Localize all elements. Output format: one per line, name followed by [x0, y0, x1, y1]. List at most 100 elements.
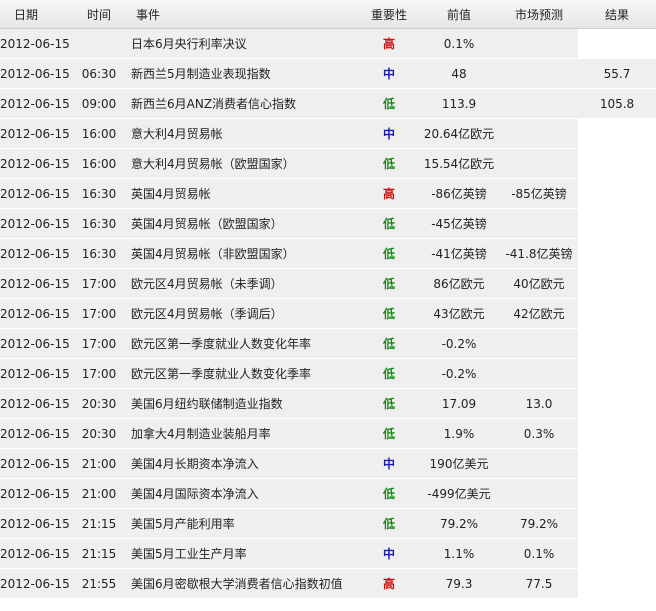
forecast-value-cell: 0.3%: [500, 418, 578, 449]
date-cell: 2012-06-15: [0, 328, 70, 359]
column-header-result[interactable]: 结果: [578, 0, 656, 29]
date-cell: 2012-06-15: [0, 28, 70, 59]
table-row[interactable]: 2012-06-15 16:00 意大利4月贸易帐（欧盟国家）低 15.54亿欧元: [0, 148, 656, 179]
time-cell: 16:30: [70, 208, 128, 239]
result-value-cell: [578, 208, 656, 239]
time-cell: 21:55: [70, 568, 128, 599]
result-value-cell: [578, 538, 656, 569]
importance-cell: 低: [360, 268, 418, 299]
column-header-event[interactable]: 事件: [128, 0, 360, 29]
event-cell: 新西兰6月ANZ消费者信心指数: [128, 88, 360, 119]
importance-cell: 低: [360, 478, 418, 509]
date-cell: 2012-06-15: [0, 238, 70, 269]
event-cell: 美国4月国际资本净流入: [128, 478, 360, 509]
date-cell: 2012-06-15: [0, 58, 70, 89]
time-cell: 17:00: [70, 328, 128, 359]
importance-cell: 低: [360, 208, 418, 239]
time-cell: 17:00: [70, 268, 128, 299]
column-header-date[interactable]: 日期: [0, 0, 70, 29]
previous-value-cell: -499亿美元: [418, 478, 500, 509]
table-row[interactable]: 2012-06-15 09:00 新西兰6月ANZ消费者信心指数低 113.9 105.…: [0, 88, 656, 119]
time-cell: 21:00: [70, 448, 128, 479]
importance-cell: 中: [360, 58, 418, 89]
result-value-cell: [578, 508, 656, 539]
table-row[interactable]: 2012-06-15 20:30 加拿大4月制造业装船月率低 1.9% 0.3%: [0, 418, 656, 449]
importance-cell: 低: [360, 328, 418, 359]
event-cell: 日本6月央行利率决议: [128, 28, 360, 59]
time-cell: 16:00: [70, 118, 128, 149]
table-row[interactable]: 2012-06-15 16:30 英国4月贸易帐高 -86亿英镑 -85亿英镑: [0, 178, 656, 209]
previous-value-cell: 17.09: [418, 388, 500, 419]
table-body: 2012-06-15 日本6月央行利率决议高 0.1% 2012-06-15 06:30…: [0, 28, 656, 599]
date-cell: 2012-06-15: [0, 478, 70, 509]
event-cell: 欧元区4月贸易帐（未季调）: [128, 268, 360, 299]
event-cell: 加拿大4月制造业装船月率: [128, 418, 360, 449]
table-row[interactable]: 2012-06-15 16:30 英国4月贸易帐（欧盟国家）低 -45亿英镑: [0, 208, 656, 239]
column-header-importance[interactable]: 重要性: [360, 0, 418, 29]
economic-calendar-table: 日期 时间 事件 重要性 前值 市场预测 结果 2012-06-15 日本6月央行…: [0, 0, 656, 599]
column-header-previous[interactable]: 前值: [418, 0, 500, 29]
event-cell: 欧元区第一季度就业人数变化季率: [128, 358, 360, 389]
time-cell: 21:15: [70, 538, 128, 569]
forecast-value-cell: -85亿英镑: [500, 178, 578, 209]
previous-value-cell: 20.64亿欧元: [418, 118, 500, 149]
date-cell: 2012-06-15: [0, 508, 70, 539]
table-row[interactable]: 2012-06-15 17:00 欧元区第一季度就业人数变化年率低 -0.2%: [0, 328, 656, 359]
table-row[interactable]: 2012-06-15 日本6月央行利率决议高 0.1%: [0, 28, 656, 59]
result-value-cell: [578, 478, 656, 509]
previous-value-cell: 0.1%: [418, 28, 500, 59]
event-cell: 美国5月产能利用率: [128, 508, 360, 539]
importance-cell: 低: [360, 238, 418, 269]
event-cell: 意大利4月贸易帐: [128, 118, 360, 149]
column-header-forecast[interactable]: 市场预测: [500, 0, 578, 29]
table-row[interactable]: 2012-06-15 17:00 欧元区第一季度就业人数变化季率低 -0.2%: [0, 358, 656, 389]
table-row[interactable]: 2012-06-15 21:15 美国5月产能利用率低 79.2% 79.2%: [0, 508, 656, 539]
previous-value-cell: 48: [418, 58, 500, 89]
previous-value-cell: 113.9: [418, 88, 500, 119]
forecast-value-cell: 79.2%: [500, 508, 578, 539]
forecast-value-cell: [500, 208, 578, 239]
table-row[interactable]: 2012-06-15 21:55 美国6月密歇根大学消费者信心指数初值高 79.3 77…: [0, 568, 656, 599]
table-row[interactable]: 2012-06-15 17:00 欧元区4月贸易帐（未季调）低 86亿欧元 40亿欧元: [0, 268, 656, 299]
date-cell: 2012-06-15: [0, 88, 70, 119]
table-row[interactable]: 2012-06-15 16:00 意大利4月贸易帐中 20.64亿欧元: [0, 118, 656, 149]
date-cell: 2012-06-15: [0, 538, 70, 569]
table-row[interactable]: 2012-06-15 20:30 美国6月纽约联储制造业指数低 17.09 13.0: [0, 388, 656, 419]
result-value-cell: [578, 328, 656, 359]
previous-value-cell: 79.2%: [418, 508, 500, 539]
result-value-cell: [578, 418, 656, 449]
date-cell: 2012-06-15: [0, 268, 70, 299]
time-cell: 20:30: [70, 388, 128, 419]
table-row[interactable]: 2012-06-15 21:00 美国4月国际资本净流入低 -499亿美元: [0, 478, 656, 509]
column-header-time[interactable]: 时间: [70, 0, 128, 29]
forecast-value-cell: -41.8亿英镑: [500, 238, 578, 269]
time-cell: 16:30: [70, 238, 128, 269]
date-cell: 2012-06-15: [0, 568, 70, 599]
date-cell: 2012-06-15: [0, 418, 70, 449]
importance-cell: 高: [360, 568, 418, 599]
table-row[interactable]: 2012-06-15 06:30 新西兰5月制造业表现指数中 48 55.7: [0, 58, 656, 89]
time-cell: 20:30: [70, 418, 128, 449]
table-row[interactable]: 2012-06-15 16:30 英国4月贸易帐（非欧盟国家）低 -41亿英镑 -41.…: [0, 238, 656, 269]
event-cell: 美国5月工业生产月率: [128, 538, 360, 569]
date-cell: 2012-06-15: [0, 358, 70, 389]
forecast-value-cell: [500, 118, 578, 149]
date-cell: 2012-06-15: [0, 448, 70, 479]
event-cell: 欧元区第一季度就业人数变化年率: [128, 328, 360, 359]
time-cell: 16:30: [70, 178, 128, 209]
event-cell: 美国6月密歇根大学消费者信心指数初值: [128, 568, 360, 599]
previous-value-cell: 1.1%: [418, 538, 500, 569]
forecast-value-cell: 42亿欧元: [500, 298, 578, 329]
date-cell: 2012-06-15: [0, 178, 70, 209]
importance-cell: 低: [360, 508, 418, 539]
table-row[interactable]: 2012-06-15 21:15 美国5月工业生产月率中 1.1% 0.1%: [0, 538, 656, 569]
previous-value-cell: -41亿英镑: [418, 238, 500, 269]
importance-cell: 高: [360, 178, 418, 209]
time-cell: 16:00: [70, 148, 128, 179]
table-header-row: 日期 时间 事件 重要性 前值 市场预测 结果: [0, 0, 656, 29]
importance-cell: 高: [360, 28, 418, 59]
table-row[interactable]: 2012-06-15 21:00 美国4月长期资本净流入中 190亿美元: [0, 448, 656, 479]
table-row[interactable]: 2012-06-15 17:00 欧元区4月贸易帐（季调后）低 43亿欧元 42亿欧元: [0, 298, 656, 329]
time-cell: 06:30: [70, 58, 128, 89]
importance-cell: 低: [360, 388, 418, 419]
